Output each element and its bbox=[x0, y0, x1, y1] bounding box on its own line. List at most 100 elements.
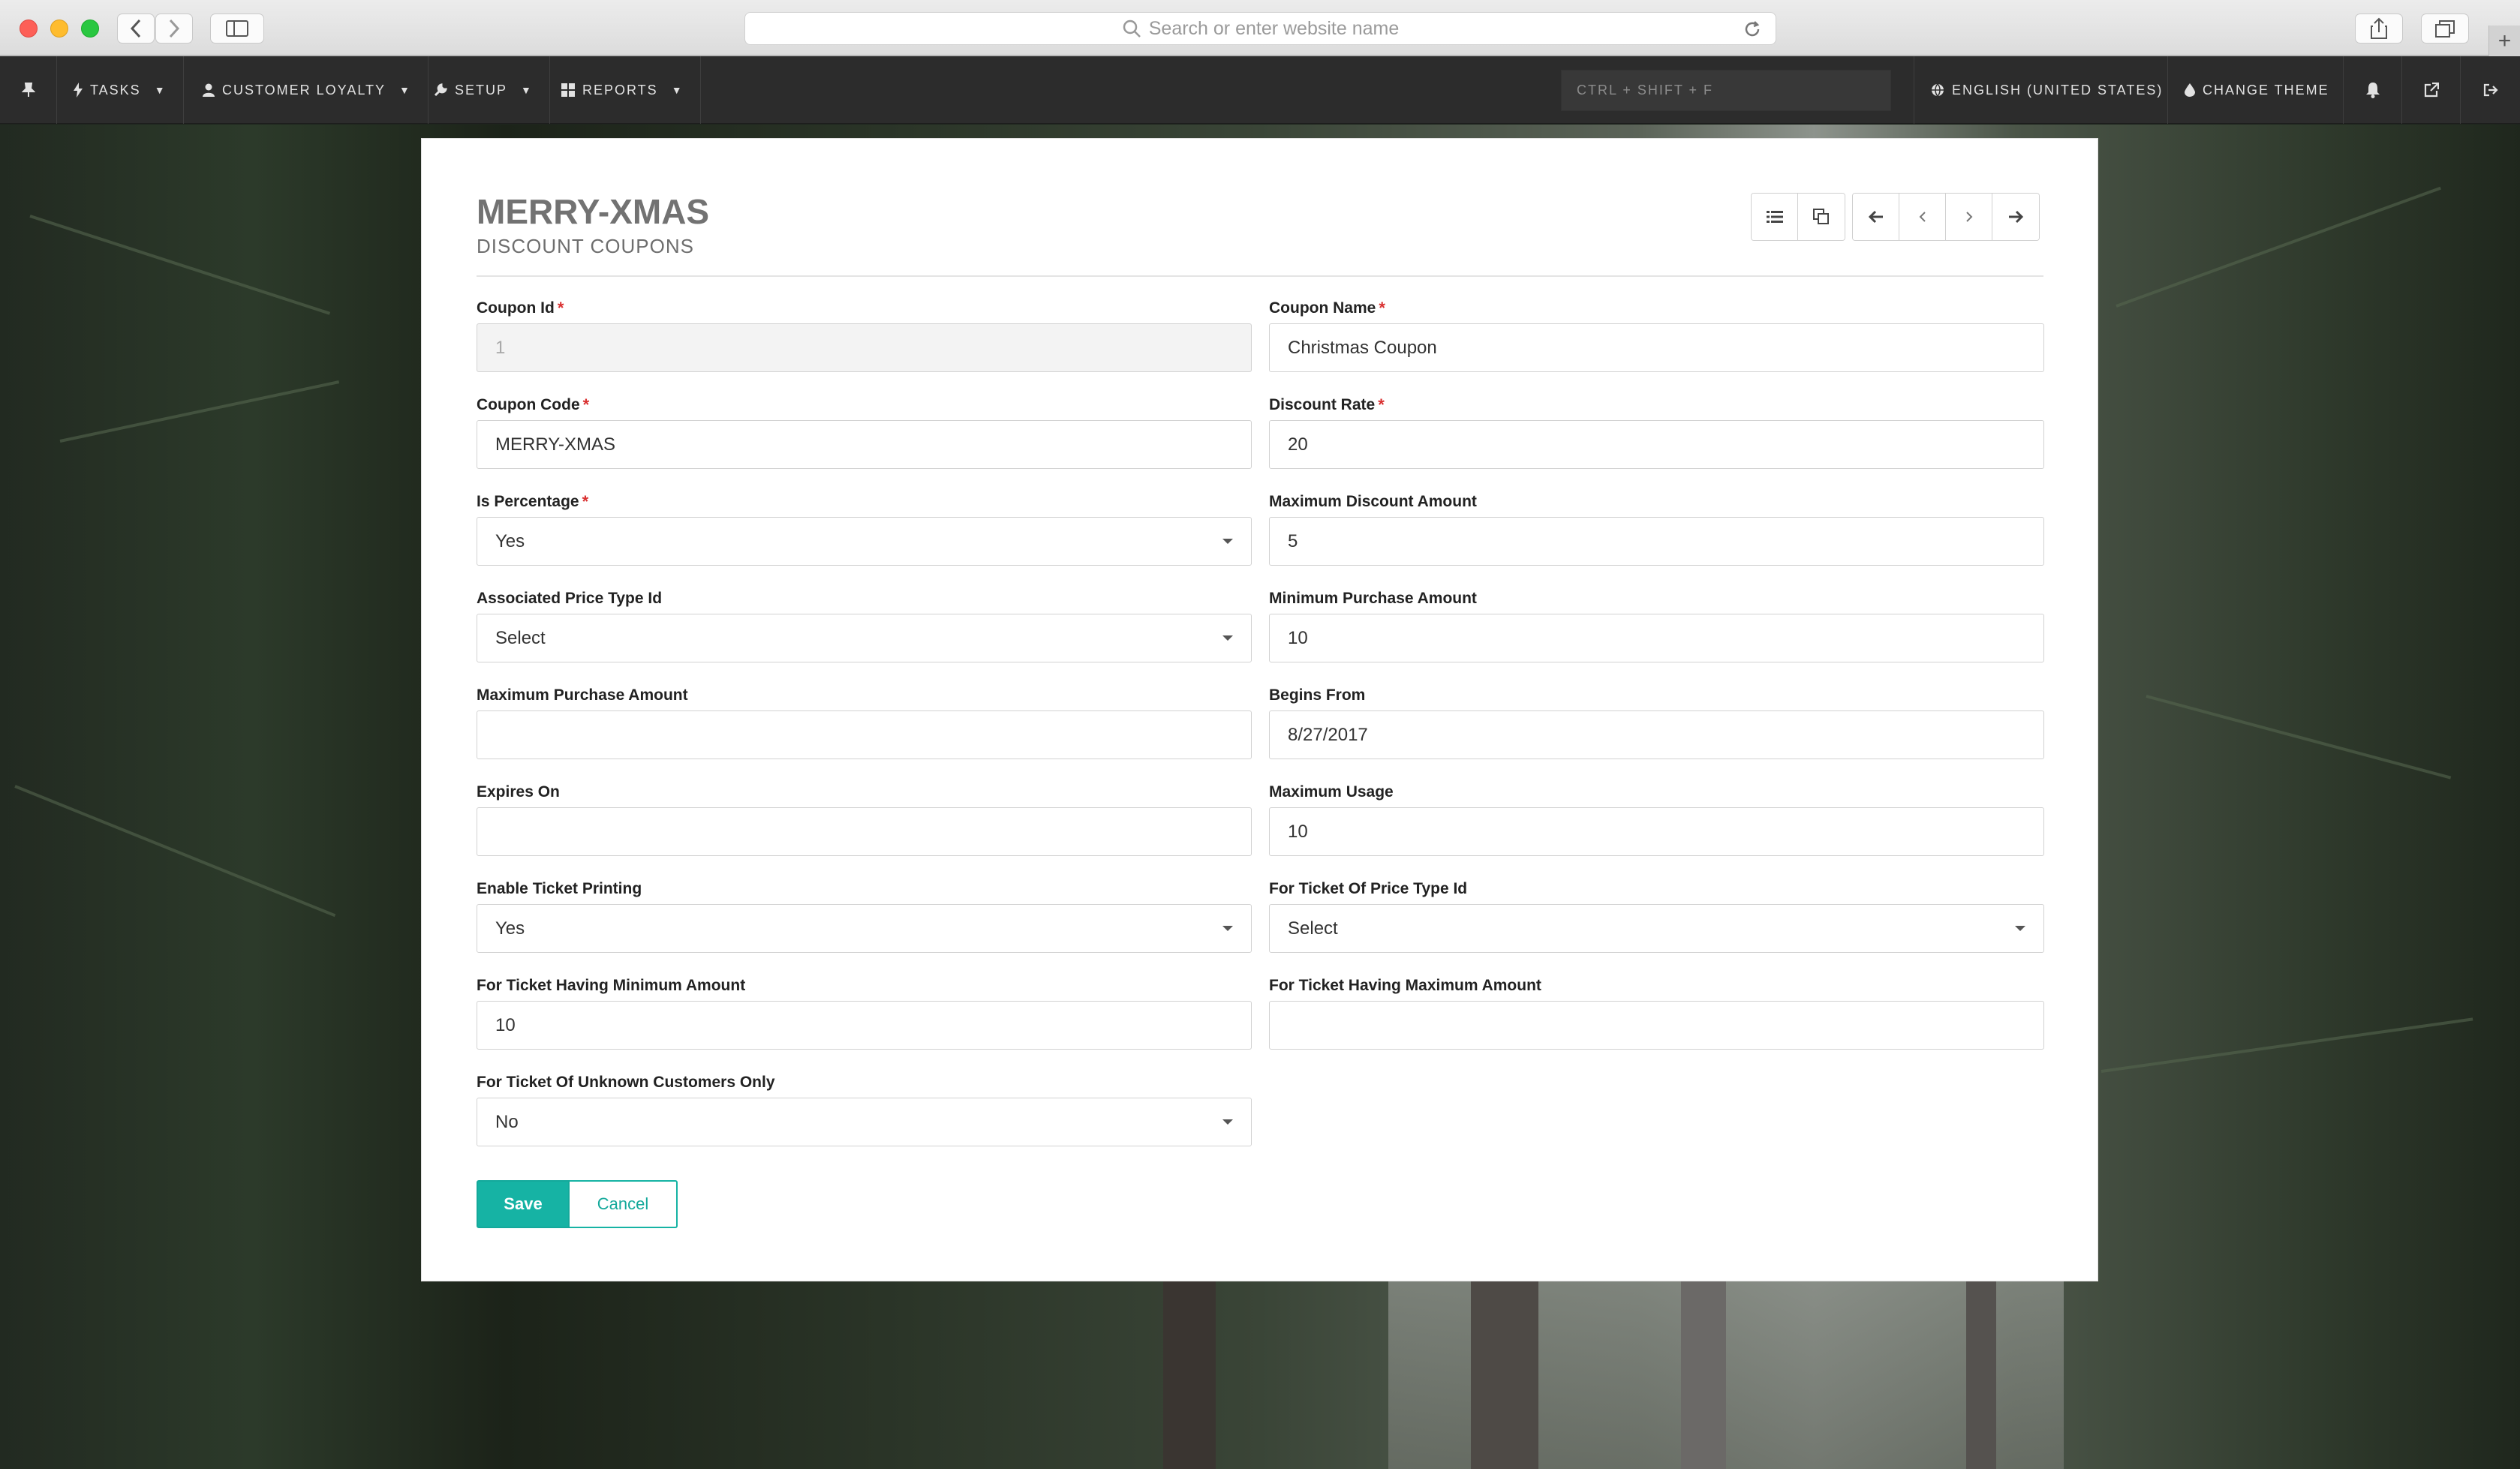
dropdown-arrow-icon bbox=[1222, 539, 1233, 544]
dropdown-arrow-icon bbox=[1222, 926, 1233, 931]
for-ticket-having-maximum-amount-input[interactable] bbox=[1269, 1001, 2044, 1050]
associated-price-type-id-value: Select bbox=[495, 627, 546, 648]
share-icon bbox=[2371, 17, 2387, 39]
record-navigation-group bbox=[1852, 193, 2040, 241]
enable-ticket-printing-select[interactable]: Yes bbox=[477, 904, 1252, 953]
chevron-right-icon bbox=[1965, 212, 1972, 222]
sign-out-button[interactable] bbox=[2460, 56, 2520, 124]
sign-out-icon bbox=[2483, 83, 2498, 97]
header-divider bbox=[477, 275, 2043, 277]
associated-price-type-id-select[interactable]: Select bbox=[477, 614, 1252, 662]
url-bar[interactable]: Search or enter website name bbox=[744, 12, 1776, 45]
global-search-placeholder: CTRL + SHIFT + F bbox=[1577, 83, 1714, 98]
previous-record-button[interactable] bbox=[1899, 194, 1946, 240]
minimize-window-button[interactable] bbox=[50, 20, 68, 38]
coupon-id-input: 1 bbox=[477, 323, 1252, 372]
begins-from-input[interactable]: 8/27/2017 bbox=[1269, 710, 2044, 759]
required-mark: * bbox=[557, 299, 564, 317]
nav-reports[interactable]: Reports ▼ bbox=[545, 56, 701, 124]
for-ticket-of-price-type-id-field: For Ticket Of Price Type Id Select bbox=[1269, 874, 2044, 953]
last-record-button[interactable] bbox=[1992, 194, 2039, 240]
coupon-code-input[interactable]: MERRY-XMAS bbox=[477, 420, 1252, 469]
nav-tasks[interactable]: Tasks ▼ bbox=[57, 56, 184, 124]
coupon-code-field: Coupon Code * MERRY-XMAS bbox=[477, 390, 1252, 469]
tabs-overview-button[interactable] bbox=[2421, 14, 2469, 44]
coupon-name-field: Coupon Name * Christmas Coupon bbox=[1269, 293, 2044, 372]
caret-down-icon: ▼ bbox=[154, 84, 167, 96]
bell-icon bbox=[2365, 83, 2380, 98]
list-view-button[interactable] bbox=[1752, 194, 1798, 240]
associated-price-type-id-label: Associated Price Type Id bbox=[477, 590, 663, 607]
forward-button[interactable] bbox=[155, 14, 193, 44]
enable-ticket-printing-value: Yes bbox=[495, 918, 525, 939]
external-link-icon bbox=[2424, 83, 2439, 98]
for-ticket-having-maximum-amount-label: For Ticket Having Maximum Amount bbox=[1269, 977, 1541, 994]
discount-rate-input[interactable]: 20 bbox=[1269, 420, 2044, 469]
browser-chrome: Search or enter website name + bbox=[0, 0, 2520, 56]
close-window-button[interactable] bbox=[20, 20, 38, 38]
fullscreen-window-button[interactable] bbox=[81, 20, 99, 38]
coupon-name-input[interactable]: Christmas Coupon bbox=[1269, 323, 2044, 372]
share-button[interactable] bbox=[2355, 14, 2403, 44]
minimum-purchase-amount-input[interactable]: 10 bbox=[1269, 614, 2044, 662]
copy-icon bbox=[1813, 209, 1829, 224]
droplet-icon bbox=[2185, 83, 2195, 97]
maximum-discount-amount-label: Maximum Discount Amount bbox=[1269, 493, 1477, 510]
back-button[interactable] bbox=[117, 14, 155, 44]
discount-rate-field: Discount Rate * 20 bbox=[1269, 390, 2044, 469]
is-percentage-select[interactable]: Yes bbox=[477, 517, 1252, 566]
expires-on-input[interactable] bbox=[477, 807, 1252, 856]
nav-setup-label: Setup bbox=[455, 82, 508, 98]
next-record-button[interactable] bbox=[1946, 194, 1992, 240]
for-ticket-of-unknown-customers-only-select[interactable]: No bbox=[477, 1098, 1252, 1146]
nav-customer-loyalty[interactable]: Customer Loyalty ▼ bbox=[186, 56, 429, 124]
language-selector[interactable]: English (United States) bbox=[1914, 56, 2179, 124]
dropdown-arrow-icon bbox=[2015, 926, 2025, 931]
is-percentage-field: Is Percentage * Yes bbox=[477, 487, 1252, 566]
for-ticket-having-minimum-amount-label: For Ticket Having Minimum Amount bbox=[477, 977, 746, 994]
open-external-button[interactable] bbox=[2401, 56, 2460, 124]
nav-setup[interactable]: Setup ▼ bbox=[417, 56, 550, 124]
sidebar-toggle-button[interactable] bbox=[210, 14, 264, 44]
maximum-usage-field: Maximum Usage 10 bbox=[1269, 777, 2044, 856]
dropdown-arrow-icon bbox=[1222, 1119, 1233, 1125]
reload-icon[interactable] bbox=[1743, 20, 1762, 39]
for-ticket-of-unknown-customers-only-field: For Ticket Of Unknown Customers Only No bbox=[477, 1068, 1252, 1146]
wrench-icon bbox=[434, 83, 447, 97]
grid-icon bbox=[561, 83, 575, 97]
maximum-purchase-amount-field: Maximum Purchase Amount bbox=[477, 680, 1252, 759]
pin-button[interactable] bbox=[0, 56, 57, 124]
app-navbar: Tasks ▼ Customer Loyalty ▼ Setup ▼ Repor… bbox=[0, 56, 2520, 124]
bolt-icon bbox=[74, 83, 83, 98]
cancel-button[interactable]: Cancel bbox=[570, 1180, 678, 1228]
copy-button[interactable] bbox=[1798, 194, 1845, 240]
begins-from-field: Begins From 8/27/2017 bbox=[1269, 680, 2044, 759]
notifications-button[interactable] bbox=[2343, 56, 2401, 124]
coupon-id-field: Coupon Id * 1 bbox=[477, 293, 1252, 372]
for-ticket-having-minimum-amount-input[interactable]: 10 bbox=[477, 1001, 1252, 1050]
nav-customer-loyalty-label: Customer Loyalty bbox=[222, 82, 386, 98]
for-ticket-of-price-type-id-value: Select bbox=[1288, 918, 1338, 939]
new-tab-button[interactable]: + bbox=[2488, 26, 2520, 56]
save-button[interactable]: Save bbox=[477, 1180, 570, 1228]
maximum-usage-input[interactable]: 10 bbox=[1269, 807, 2044, 856]
sidebar-icon bbox=[226, 20, 248, 37]
page-title: MERRY-XMAS bbox=[477, 192, 710, 231]
required-mark: * bbox=[1378, 395, 1385, 414]
change-theme-button[interactable]: Change Theme bbox=[2167, 56, 2346, 124]
global-search-input[interactable]: CTRL + SHIFT + F bbox=[1561, 70, 1891, 111]
maximum-purchase-amount-input[interactable] bbox=[477, 710, 1252, 759]
maximum-discount-amount-input[interactable]: 5 bbox=[1269, 517, 2044, 566]
is-percentage-label: Is Percentage bbox=[477, 493, 579, 510]
change-theme-label: Change Theme bbox=[2203, 82, 2329, 98]
is-percentage-value: Yes bbox=[495, 530, 525, 551]
expires-on-field: Expires On bbox=[477, 777, 1252, 856]
associated-price-type-id-field: Associated Price Type Id Select bbox=[477, 584, 1252, 662]
for-ticket-of-price-type-id-label: For Ticket Of Price Type Id bbox=[1269, 880, 1468, 897]
for-ticket-having-maximum-amount-field: For Ticket Having Maximum Amount bbox=[1269, 971, 2044, 1050]
first-record-button[interactable] bbox=[1853, 194, 1899, 240]
dropdown-arrow-icon bbox=[1222, 635, 1233, 641]
coupon-name-label: Coupon Name bbox=[1269, 299, 1376, 317]
required-mark: * bbox=[582, 492, 589, 511]
for-ticket-of-price-type-id-select[interactable]: Select bbox=[1269, 904, 2044, 953]
